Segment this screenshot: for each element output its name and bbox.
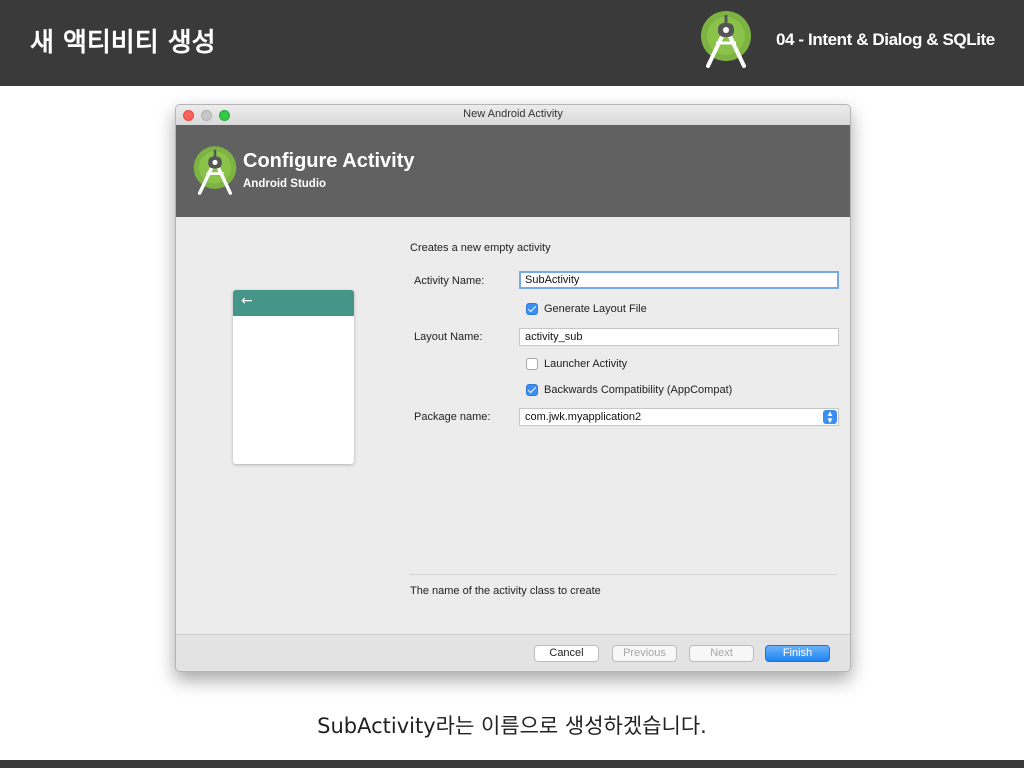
backwards-compat-label[interactable]: Backwards Compatibility (AppCompat) (544, 384, 732, 396)
slide-caption: SubActivity라는 이름으로 생성하겠습니다. (317, 714, 707, 738)
finish-button[interactable]: Finish (765, 645, 830, 662)
package-name-value: com.jwk.myapplication2 (525, 411, 642, 423)
header-title: Configure Activity (243, 150, 415, 172)
slide-subtitle: 04 - Intent & Dialog & SQLite (776, 30, 995, 49)
cancel-button[interactable]: Cancel (534, 645, 599, 662)
slide-header: 새 액티비티 생성 04 - Intent & Dialog & SQLite (0, 0, 1024, 86)
new-activity-dialog: New Android Activity Configure Activity … (175, 104, 851, 672)
back-arrow-icon: ← (241, 293, 253, 309)
window-title: New Android Activity (463, 108, 563, 120)
launcher-activity-label[interactable]: Launcher Activity (544, 358, 627, 370)
dialog-header: Configure Activity Android Studio (176, 125, 850, 217)
layout-name-input[interactable]: activity_sub (519, 328, 839, 346)
dialog-footer: Cancel Previous Next Finish (176, 634, 850, 671)
package-name-select[interactable]: com.jwk.myapplication2 ▲ ▼ (519, 408, 839, 426)
window-titlebar[interactable]: New Android Activity (176, 105, 850, 126)
layout-name-label: Layout Name: (414, 331, 483, 343)
next-button[interactable]: Next (689, 645, 754, 662)
previous-button[interactable]: Previous (612, 645, 677, 662)
activity-name-input[interactable]: SubActivity (519, 271, 839, 289)
select-arrows-icon: ▲ ▼ (823, 410, 837, 425)
backwards-compat-checkbox[interactable] (526, 384, 538, 396)
activity-preview: ← (233, 290, 354, 464)
header-subtitle: Android Studio (243, 178, 327, 190)
form-divider (409, 574, 837, 575)
generate-layout-label[interactable]: Generate Layout File (544, 303, 647, 315)
android-studio-logo-icon (192, 145, 238, 197)
slide-title: 새 액티비티 생성 (30, 28, 216, 58)
help-text: The name of the activity class to create (410, 585, 601, 597)
form-intro: Creates a new empty activity (410, 242, 551, 254)
slide-footer-bar (0, 760, 1024, 768)
android-studio-logo-icon (699, 10, 753, 70)
launcher-activity-checkbox[interactable] (526, 358, 538, 370)
activity-name-label: Activity Name: (414, 275, 485, 287)
package-name-label: Package name: (414, 411, 491, 423)
preview-toolbar: ← (233, 290, 354, 316)
generate-layout-checkbox[interactable] (526, 303, 538, 315)
